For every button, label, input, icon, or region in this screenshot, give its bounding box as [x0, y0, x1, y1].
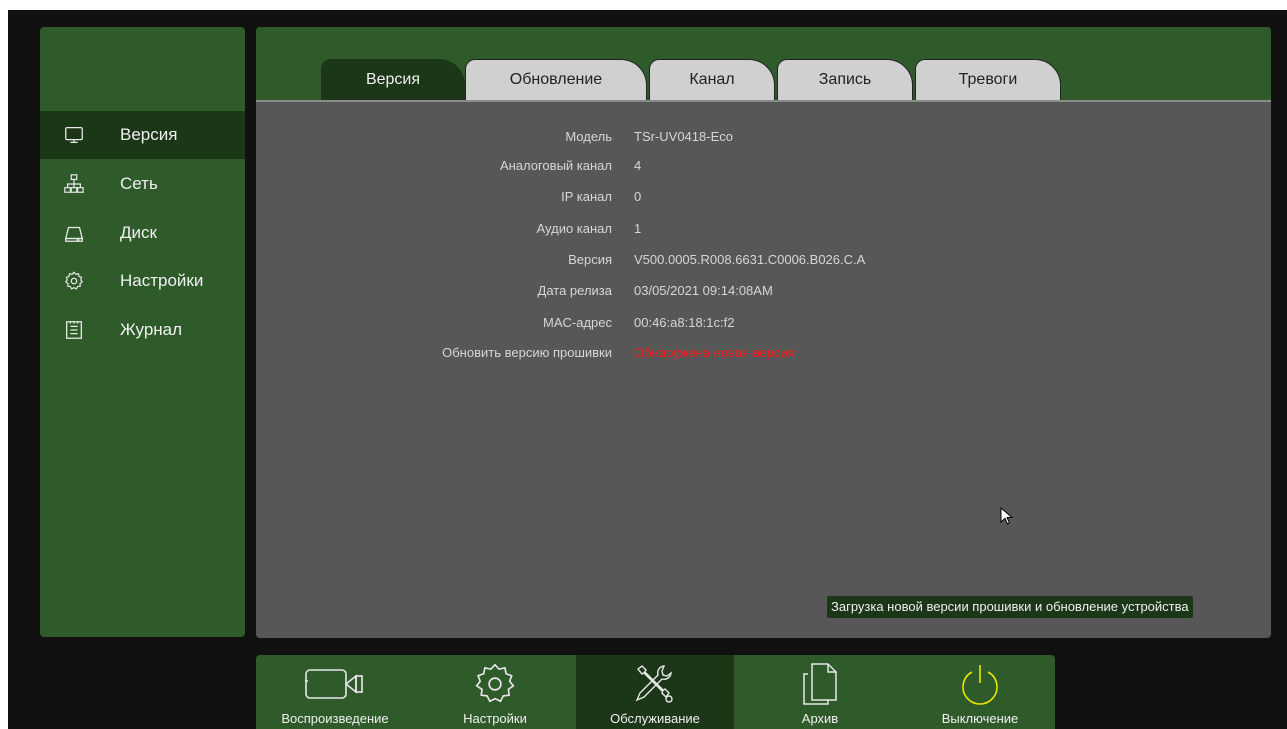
- gear-icon: [473, 661, 517, 707]
- info-label: MAC-адрес: [543, 315, 612, 330]
- network-icon: [62, 172, 86, 196]
- dock-label: Настройки: [463, 711, 527, 726]
- tab-update[interactable]: Обновление: [465, 59, 647, 100]
- tools-icon: [632, 661, 678, 707]
- tab-bar: Версия Обновление Канал Запись Тревоги: [256, 27, 1271, 102]
- tab-label: Версия: [365, 71, 421, 88]
- info-label: Обновить версию прошивки: [442, 345, 612, 360]
- info-label: Версия: [568, 252, 612, 267]
- main-panel: Версия Обновление Канал Запись Тревоги М…: [256, 27, 1271, 638]
- sidebar-item-settings[interactable]: Настройки: [40, 257, 245, 305]
- info-value: TSr-UV0418-Eco: [634, 129, 733, 144]
- info-label: Аналоговый канал: [499, 158, 612, 173]
- bottom-dock: Воспроизведение Настройки Обслуживание А…: [256, 655, 1055, 729]
- info-value: V500.0005.R008.6631.C0006.B026.C.A: [634, 252, 866, 267]
- dock-item-shutdown[interactable]: Выключение: [901, 655, 1055, 729]
- tab-version[interactable]: Версия: [321, 59, 465, 100]
- info-value: 1: [634, 221, 642, 236]
- sidebar-item-disk[interactable]: Диск: [40, 209, 245, 257]
- tab-record[interactable]: Запись: [777, 59, 913, 100]
- info-label: IP канал: [561, 189, 612, 204]
- info-value: 0: [634, 189, 642, 204]
- files-icon: [800, 661, 840, 707]
- sidebar-item-network[interactable]: Сеть: [40, 160, 245, 208]
- info-value: 00:46:a8:18:1c:f2: [634, 315, 735, 330]
- camera-icon: [304, 661, 366, 707]
- info-label: Модель: [565, 129, 612, 144]
- dock-label: Архив: [801, 711, 839, 726]
- mouse-cursor-icon: [1000, 506, 1014, 525]
- sidebar-item-label: Сеть: [120, 174, 158, 193]
- tab-label: Канал: [689, 71, 735, 88]
- tab-alarms[interactable]: Тревоги: [915, 59, 1061, 100]
- tab-label: Тревоги: [958, 71, 1018, 88]
- dock-item-settings[interactable]: Настройки: [416, 655, 574, 729]
- sidebar-item-label: Настройки: [120, 271, 204, 290]
- dock-label: Воспроизведение: [281, 711, 389, 726]
- tab-channel[interactable]: Канал: [649, 59, 775, 100]
- tab-label: Обновление: [509, 71, 603, 88]
- info-value: 03/05/2021 09:14:08AM: [634, 283, 773, 298]
- sidebar-item-version[interactable]: Версия: [40, 111, 245, 159]
- info-label: Дата релиза: [537, 283, 612, 298]
- info-value: 4: [634, 158, 642, 173]
- tooltip: Загрузка новой версии прошивки и обновле…: [827, 596, 1193, 618]
- dock-item-archive[interactable]: Архив: [741, 655, 899, 729]
- sidebar: Версия Сеть Диск Настройки Журнал: [40, 27, 245, 637]
- power-icon: [958, 661, 1002, 707]
- log-icon: [62, 318, 86, 342]
- dock-item-playback[interactable]: Воспроизведение: [256, 655, 414, 729]
- dock-label: Выключение: [941, 711, 1019, 726]
- sidebar-item-label: Диск: [120, 223, 157, 242]
- sidebar-item-label: Версия: [120, 125, 178, 144]
- dock-item-maintenance[interactable]: Обслуживание: [576, 655, 734, 729]
- dock-label: Обслуживание: [610, 711, 700, 726]
- sidebar-item-label: Журнал: [120, 320, 183, 339]
- gear-icon: [62, 269, 86, 293]
- disk-icon: [62, 221, 86, 245]
- tab-label: Запись: [818, 71, 872, 88]
- firmware-update-link[interactable]: Обнаружена новая версия: [634, 343, 795, 363]
- monitor-icon: [62, 123, 86, 147]
- sidebar-item-log[interactable]: Журнал: [40, 306, 245, 354]
- info-label: Аудио канал: [536, 221, 612, 236]
